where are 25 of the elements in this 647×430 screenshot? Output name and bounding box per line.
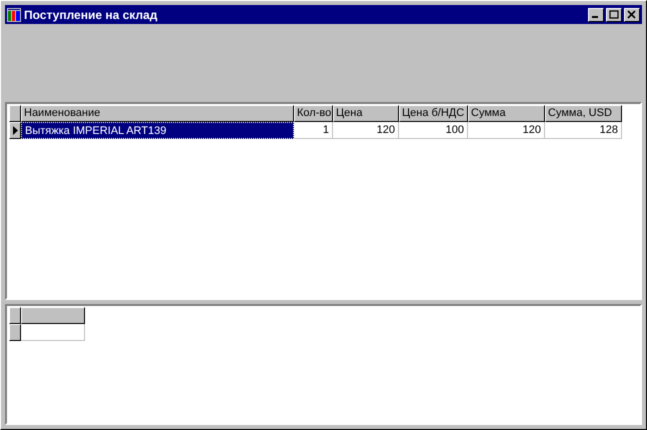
table-cell: 1 <box>294 122 333 139</box>
close-icon <box>627 10 637 19</box>
row-pointer-icon <box>12 126 18 135</box>
window-title: Поступление на склад <box>24 6 158 24</box>
row-indicator[interactable] <box>9 324 21 341</box>
minimize-button[interactable] <box>588 8 604 22</box>
column-header[interactable]: Сумма <box>468 105 545 122</box>
column-header[interactable]: Цена <box>333 105 399 122</box>
indicator-header <box>9 307 21 324</box>
column-header[interactable]: Сумма, USD <box>545 105 622 122</box>
table-cell: Вытяжка IMPERIAL ART139 <box>21 122 294 139</box>
indicator-header <box>9 105 21 122</box>
column-header[interactable]: Наименование <box>21 105 294 122</box>
column-header[interactable]: Цена б/НДС <box>399 105 468 122</box>
maximize-button[interactable] <box>606 8 622 22</box>
table-cell <box>21 324 85 341</box>
table-cell: 100 <box>399 122 468 139</box>
close-button[interactable] <box>624 8 640 22</box>
column-header[interactable]: Кол-во <box>294 105 333 122</box>
row-indicator[interactable] <box>9 122 21 139</box>
table-cell: 120 <box>468 122 545 139</box>
table-cell: 120 <box>333 122 399 139</box>
table-cell: 128 <box>545 122 622 139</box>
column-header[interactable] <box>21 307 85 324</box>
maximize-icon <box>609 10 619 19</box>
